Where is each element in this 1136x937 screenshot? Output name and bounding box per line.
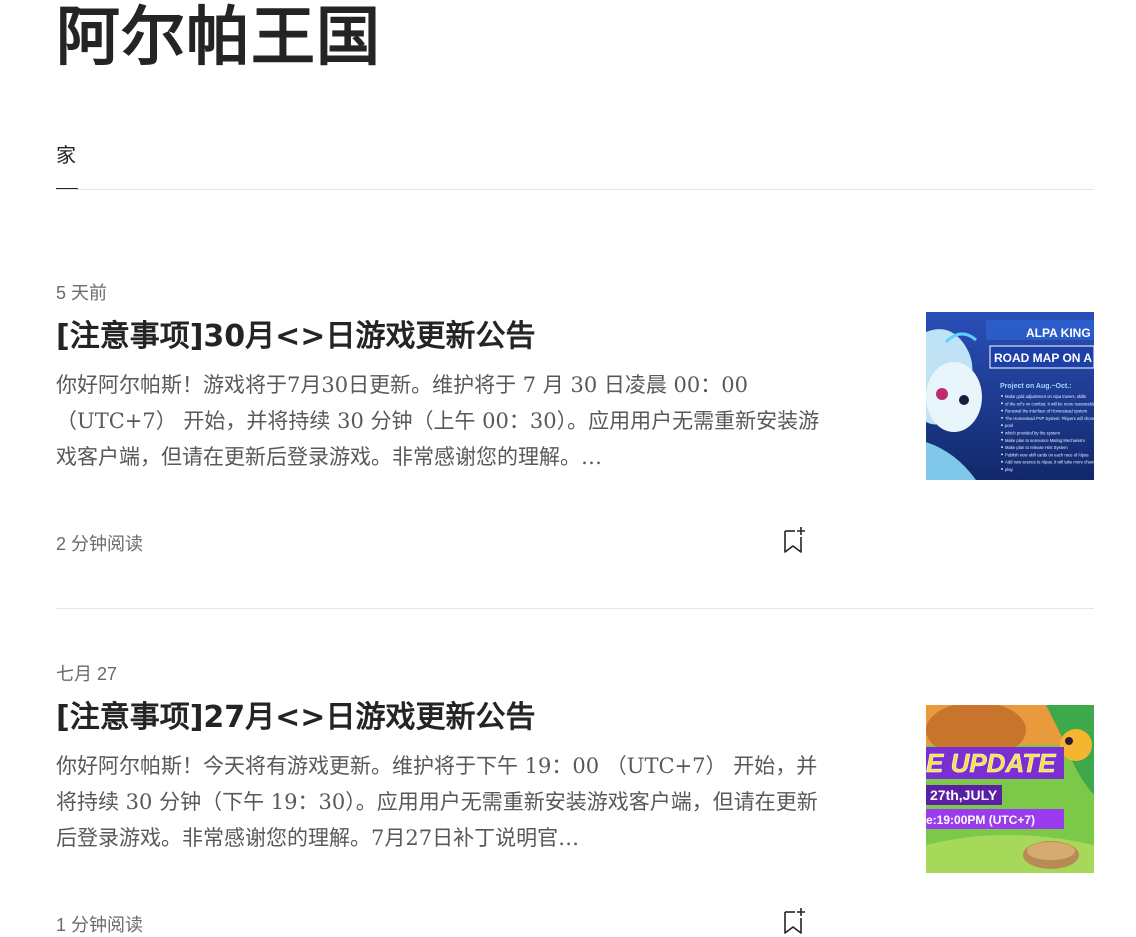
thumbnail-bullet-dot xyxy=(1001,453,1003,456)
read-time: 2 分钟阅读 xyxy=(56,534,144,554)
article-card: 七月 27 [注意事项]27月<>日游戏更新公告 你好阿尔帕斯！今天将有游戏更新… xyxy=(56,660,1094,935)
thumbnail-bullet: which provided by the system xyxy=(1005,431,1060,436)
thumbnail-bullet: Renewal the interface of Homestead syste… xyxy=(1005,409,1088,414)
thumbnail-bullet: Publish new skill cards on each race of … xyxy=(1005,452,1089,457)
publication-nav: 家 xyxy=(56,134,1094,192)
thumbnail-project-label: Project on Aug.~Oct.: xyxy=(1000,383,1072,390)
article-date: 七月 27 xyxy=(56,664,118,684)
thumbnail-bullet: Add new scenes to Alpas, it will take mo… xyxy=(1005,460,1094,465)
thumbnail-bullet-dot xyxy=(1001,417,1003,419)
thumbnail-bullet: Make plan to announce Mating Mechanism xyxy=(1005,438,1085,443)
publication-title[interactable]: 阿尔帕王国 xyxy=(56,0,381,76)
nav-divider xyxy=(56,189,1094,190)
thumbnail-bullet-dot xyxy=(1001,446,1003,448)
read-time: 1 分钟阅读 xyxy=(56,915,144,935)
thumbnail-subheading: ROAD MAP ON A xyxy=(994,351,1092,365)
thumbnail-heading: ALPA KING xyxy=(1026,326,1091,340)
bookmark-add-icon[interactable] xyxy=(782,906,810,936)
thumbnail-bullet-dot xyxy=(1001,460,1003,463)
thumbnail-bullet-dot xyxy=(1001,424,1003,427)
article-thumbnail[interactable]: E UPDATE 27th,JULY e:19:00PM (UTC+7) xyxy=(926,705,1094,873)
thumbnail-bullet-dot xyxy=(1001,438,1003,441)
thumbnail-bullet: The Homestead PVP System: Players will c… xyxy=(1005,416,1094,421)
thumbnail-heading: E UPDATE xyxy=(926,748,1056,778)
article-thumbnail[interactable]: ALPA KING ROAD MAP ON A Project on Aug.~… xyxy=(926,312,1094,480)
thumbnail-bullet-dot xyxy=(1001,431,1003,434)
tab-home[interactable]: 家 xyxy=(56,139,76,168)
article-excerpt[interactable]: 你好阿尔帕斯！游戏将于7月30日更新。维护将于 7 月 30 日凌晨 00：00… xyxy=(56,367,832,475)
thumbnail-bullet: pool xyxy=(1005,423,1013,428)
thumbnail-date: 27th,JULY xyxy=(930,787,998,803)
thumbnail-bullet: play. xyxy=(1005,467,1014,472)
thumbnail-bullet-dot xyxy=(1001,409,1003,412)
article-divider xyxy=(56,608,1094,609)
thumbnail-bullet-dot xyxy=(1001,468,1003,470)
thumbnail-bullet: Make gold adjustment on Alpa towers, ski… xyxy=(1005,394,1086,399)
thumbnail-bullet: of the ref's on combat. It will be more … xyxy=(1005,401,1094,406)
article-date: 5 天前 xyxy=(56,283,108,303)
article-excerpt[interactable]: 你好阿尔帕斯！今天将有游戏更新。维护将于下午 19：00 （UTC+7） 开始，… xyxy=(56,748,832,856)
article-card: 5 天前 [注意事项]30月<>日游戏更新公告 你好阿尔帕斯！游戏将于7月30日… xyxy=(56,279,1094,609)
update-thumbnail-image: E UPDATE 27th,JULY e:19:00PM (UTC+7) xyxy=(926,705,1094,873)
thumbnail-bullet: Make plan to release Hint System xyxy=(1005,445,1068,450)
article-title[interactable]: [注意事项]27月<>日游戏更新公告 xyxy=(56,698,836,738)
roadmap-thumbnail-image: ALPA KING ROAD MAP ON A Project on Aug.~… xyxy=(926,312,1094,480)
active-tab-indicator xyxy=(56,188,78,189)
thumbnail-time: e:19:00PM (UTC+7) xyxy=(926,813,1035,827)
thumbnail-bullet-dot xyxy=(1001,395,1003,397)
bookmark-add-icon[interactable] xyxy=(782,525,810,555)
article-title[interactable]: [注意事项]30月<>日游戏更新公告 xyxy=(56,317,836,357)
thumbnail-bullet-dot xyxy=(1001,402,1003,405)
